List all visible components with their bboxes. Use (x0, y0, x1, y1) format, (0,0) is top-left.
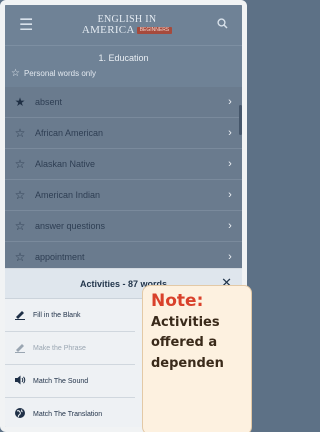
activity-match-the-translation[interactable]: Match The Translation (5, 398, 135, 427)
section-title: 1. Education (98, 53, 149, 63)
search-icon[interactable] (217, 18, 228, 32)
globe-icon (13, 407, 27, 422)
word-list: ★ absent › ☆ African American › ☆ Alaska… (5, 87, 242, 273)
star-outline-icon[interactable]: ☆ (5, 219, 35, 233)
activity-label: Match The Sound (33, 377, 89, 385)
activity-make-the-phrase[interactable]: Make the Phrase (5, 332, 135, 365)
activity-match-the-sound[interactable]: Match The Sound (5, 365, 135, 398)
note-line-3: dependen (151, 355, 224, 371)
pencil-icon (13, 308, 27, 323)
word-label: appointment (35, 252, 85, 262)
chevron-right-icon: › (228, 220, 232, 232)
star-outline-icon[interactable]: ☆ (5, 250, 35, 264)
word-label: African American (35, 128, 104, 138)
logo-line2-row: AMERICA BEGINNERS (81, 23, 173, 36)
note-callout: Note: Activities offered a dependen (142, 285, 252, 432)
star-outline-icon[interactable]: ☆ (5, 188, 35, 202)
star-outline-icon: ☆ (11, 68, 20, 79)
list-item[interactable]: ★ absent › (5, 87, 242, 118)
chevron-right-icon: › (228, 189, 232, 201)
star-filled-icon[interactable]: ★ (5, 95, 35, 109)
note-line-2: offered a (151, 335, 218, 351)
personal-words-label: Personal words only (23, 69, 97, 78)
word-label: answer questions (35, 221, 106, 231)
top-bar: ☰ ENGLISH IN AMERICA BEGINNERS (5, 5, 242, 45)
personal-words-filter[interactable]: ☆ Personal words only (11, 68, 242, 79)
chevron-right-icon: › (228, 251, 232, 263)
speaker-icon (13, 374, 27, 389)
list-item[interactable]: ☆ answer questions › (5, 211, 242, 242)
note-title: Note: (151, 291, 204, 311)
hamburger-icon[interactable]: ☰ (19, 15, 37, 35)
list-item[interactable]: ☆ American Indian › (5, 180, 242, 211)
note-line-1: Activities (151, 314, 220, 330)
star-outline-icon[interactable]: ☆ (5, 126, 35, 140)
logo-badge: BEGINNERS (136, 26, 173, 34)
activity-label: Make the Phrase (33, 344, 86, 352)
chevron-right-icon: › (228, 158, 232, 170)
logo-line2: AMERICA (81, 23, 135, 36)
pencil-icon (13, 341, 27, 356)
scrollbar[interactable] (239, 105, 242, 135)
list-item[interactable]: ☆ African American › (5, 118, 242, 149)
word-label: Alaskan Native (35, 159, 96, 169)
app-logo[interactable]: ENGLISH IN AMERICA BEGINNERS (81, 13, 173, 36)
activity-list: Fill in the Blank Make the Phrase Match … (5, 299, 135, 427)
activity-label: Match The Translation (33, 410, 103, 418)
star-outline-icon[interactable]: ☆ (5, 157, 35, 171)
logo-line1: ENGLISH IN (97, 13, 157, 25)
word-label: absent (35, 97, 63, 107)
list-item[interactable]: ☆ Alaskan Native › (5, 149, 242, 180)
activity-label: Fill in the Blank (33, 311, 81, 319)
section-header: 1. Education ☆ Personal words only (5, 45, 242, 87)
word-label: American Indian (35, 190, 101, 200)
activity-fill-in-the-blank[interactable]: Fill in the Blank (5, 299, 135, 332)
